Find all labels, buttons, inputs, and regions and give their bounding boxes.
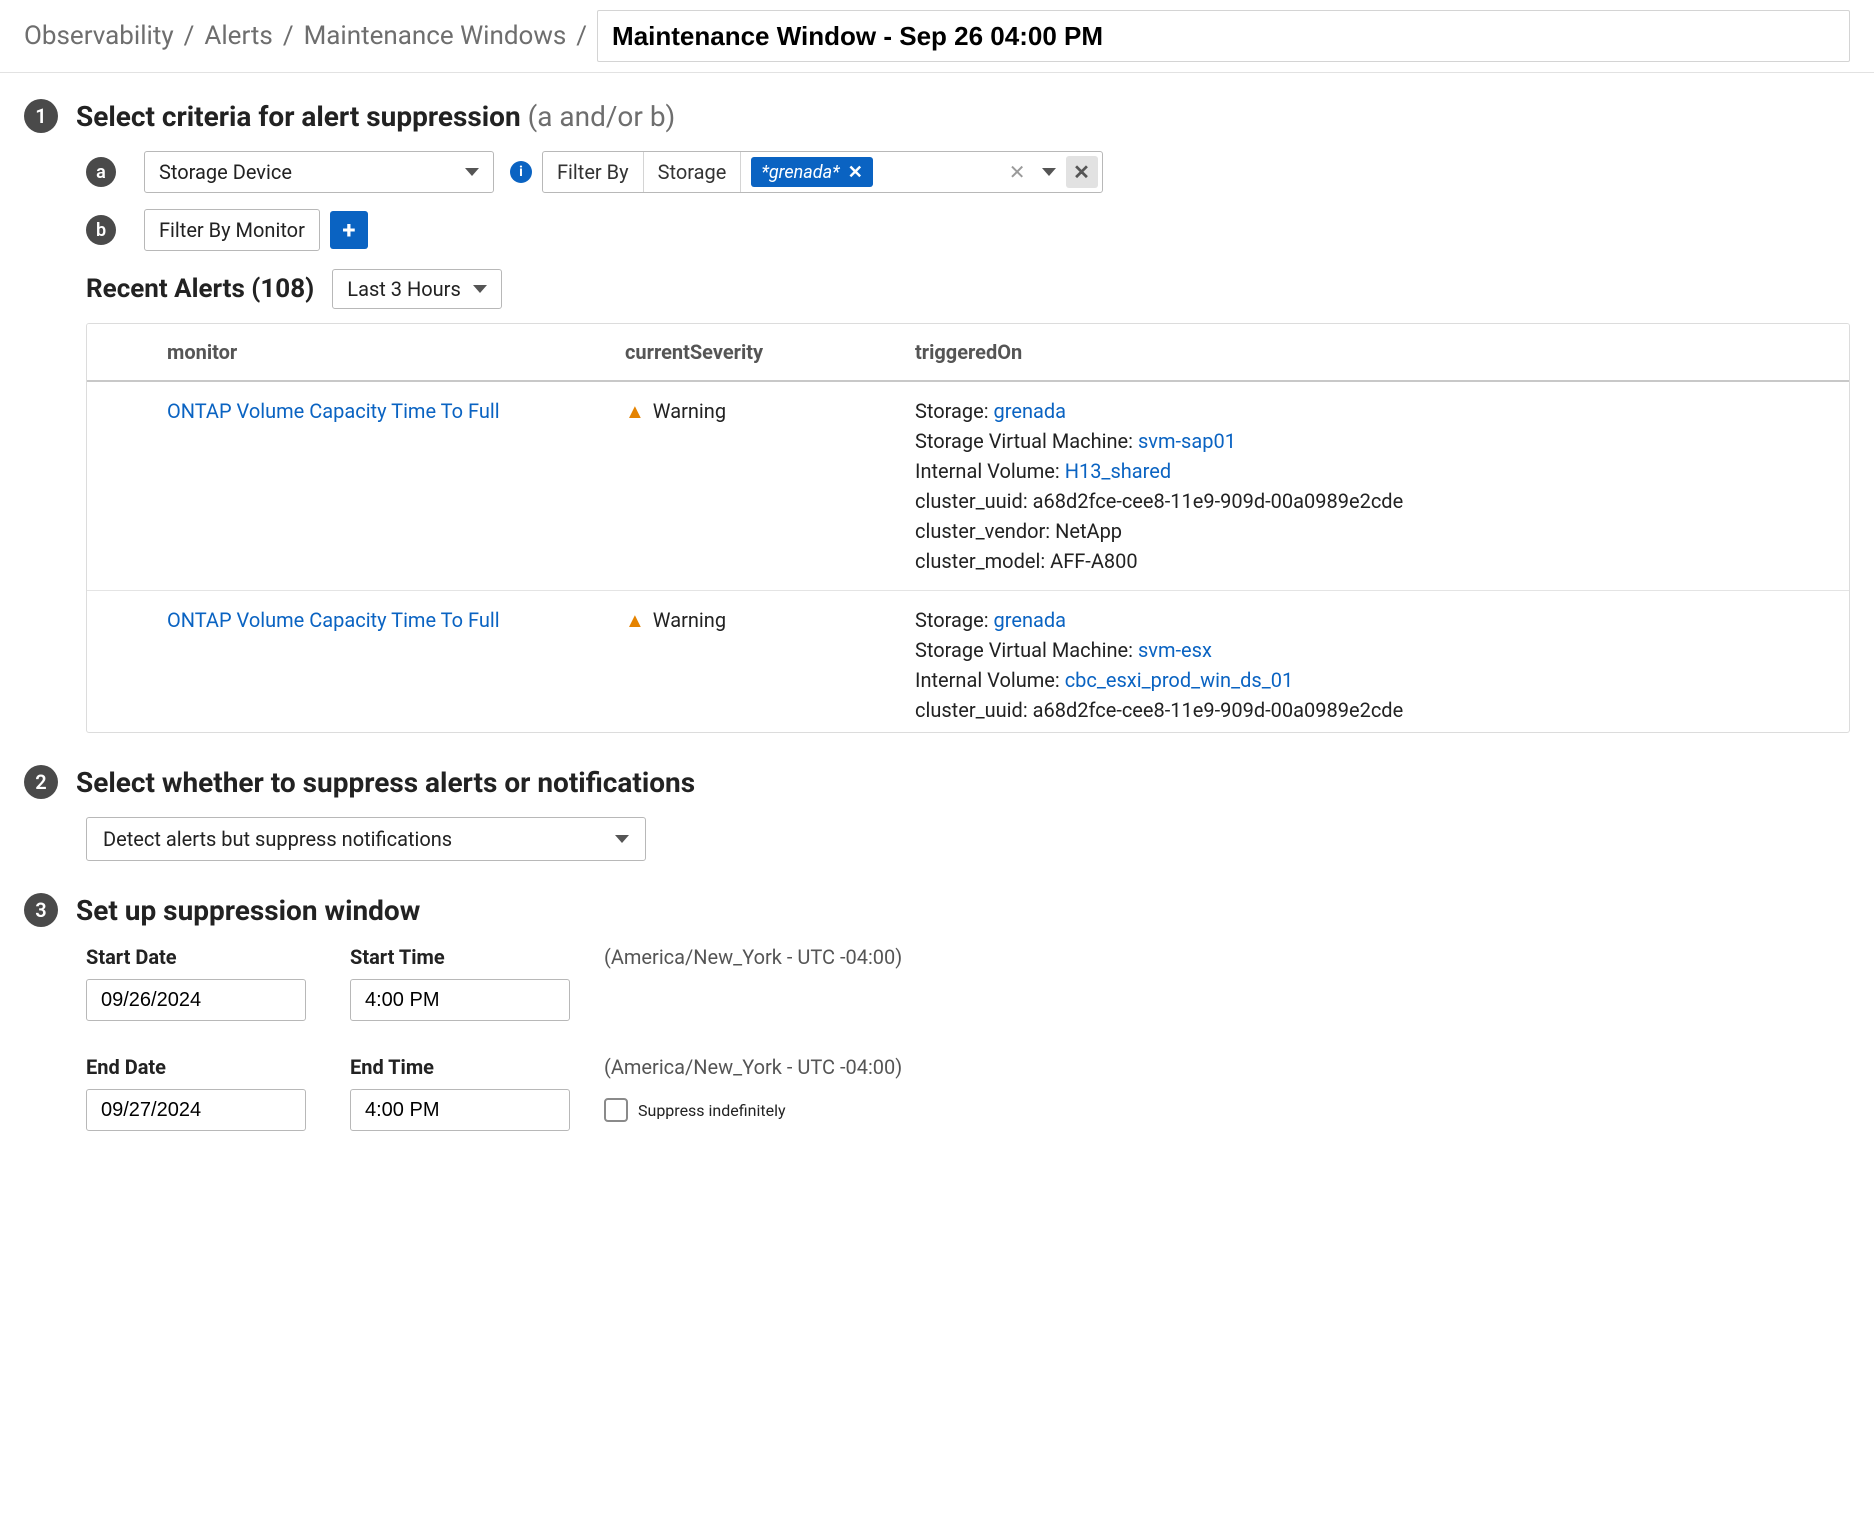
- triggered-on-link[interactable]: svm-esx: [1138, 638, 1212, 662]
- time-range-value: Last 3 Hours: [347, 277, 460, 301]
- end-date-label: End Date: [86, 1055, 336, 1079]
- triggered-on-link[interactable]: H13_shared: [1065, 459, 1171, 483]
- info-icon[interactable]: i: [510, 161, 532, 183]
- criteria-row-a: a Storage Device i Filter By Storage *gr…: [86, 151, 1850, 193]
- section-1-title: Select criteria for alert suppression: [76, 100, 521, 133]
- triggered-on-line: Storage Virtual Machine: svm-sap01: [915, 426, 1831, 456]
- plus-icon: +: [342, 216, 355, 244]
- suppress-indefinitely-checkbox[interactable]: [604, 1098, 628, 1122]
- criteria-letter-a: a: [86, 157, 116, 187]
- window-name-input[interactable]: [597, 10, 1850, 62]
- severity-value: Warning: [653, 399, 726, 423]
- triggered-on-link[interactable]: cbc_esxi_prod_win_ds_01: [1065, 668, 1294, 692]
- triggered-on-line: Internal Volume: cbc_esxi_prod_win_ds_01: [915, 665, 1831, 695]
- warning-icon: ▲: [625, 608, 645, 632]
- step-number-3: 3: [24, 893, 58, 927]
- recent-alerts-table: monitor currentSeverity triggeredOn ONTA…: [86, 323, 1850, 733]
- triggered-on-link[interactable]: svm-sap01: [1138, 429, 1236, 453]
- col-severity[interactable]: currentSeverity: [607, 324, 897, 380]
- filter-chip-value: *grenada*: [761, 162, 839, 183]
- step-number-2: 2: [24, 765, 58, 799]
- table-header: monitor currentSeverity triggeredOn: [87, 324, 1849, 382]
- triggered-on-line: cluster_uuid: a68d2fce-cee8-11e9-909d-00…: [915, 695, 1831, 725]
- chevron-down-icon: [465, 168, 479, 176]
- end-date-input[interactable]: [86, 1089, 306, 1131]
- suppression-mode-select[interactable]: Detect alerts but suppress notifications: [86, 817, 646, 861]
- timezone-note: (America/New_York - UTC -04:00): [604, 945, 1850, 969]
- warning-icon: ▲: [625, 399, 645, 423]
- breadcrumb-maintenance-windows[interactable]: Maintenance Windows: [304, 21, 567, 51]
- table-row: ONTAP Volume Capacity Time To Full ▲ Warni…: [87, 382, 1849, 591]
- col-triggered-on[interactable]: triggeredOn: [897, 324, 1849, 380]
- filter-by-label: Filter By: [543, 152, 644, 192]
- criteria-letter-b: b: [86, 215, 116, 245]
- add-monitor-button[interactable]: +: [330, 211, 368, 249]
- triggered-on-link[interactable]: grenada: [994, 608, 1067, 632]
- breadcrumb-sep: /: [576, 21, 587, 51]
- col-monitor[interactable]: monitor: [87, 324, 607, 380]
- recent-alerts-title: Recent Alerts: [86, 274, 245, 304]
- breadcrumb-sep: /: [283, 21, 294, 51]
- monitor-link[interactable]: ONTAP Volume Capacity Time To Full: [167, 608, 500, 632]
- triggered-on-value: a68d2fce-cee8-11e9-909d-00a0989e2cde: [1033, 698, 1404, 722]
- clear-filter-icon[interactable]: ✕: [1003, 160, 1032, 184]
- section-2-title: Select whether to suppress alerts or not…: [76, 766, 695, 799]
- breadcrumb-sep: /: [184, 21, 195, 51]
- time-range-select[interactable]: Last 3 Hours: [332, 269, 501, 309]
- triggered-on-value: NetApp: [1055, 519, 1122, 543]
- object-type-value: Storage Device: [159, 160, 292, 184]
- triggered-on-value: AFF-A800: [1050, 549, 1137, 573]
- start-time-input[interactable]: [350, 979, 570, 1021]
- triggered-on-value: a68d2fce-cee8-11e9-909d-00a0989e2cde: [1033, 489, 1404, 513]
- triggered-on-line: cluster_vendor: NetApp: [915, 516, 1831, 546]
- start-time-label: Start Time: [350, 945, 590, 969]
- remove-filter-button[interactable]: ✕: [1066, 156, 1098, 188]
- triggered-on-line: Storage Virtual Machine: svm-esx: [915, 635, 1831, 665]
- monitor-link[interactable]: ONTAP Volume Capacity Time To Full: [167, 399, 500, 423]
- triggered-on-line: Storage: grenada: [915, 396, 1831, 426]
- filter-chip: *grenada* ✕: [751, 157, 872, 187]
- triggered-on-line: Storage: grenada: [915, 605, 1831, 635]
- end-time-input[interactable]: [350, 1089, 570, 1131]
- section-1-header: 1 Select criteria for alert suppression …: [24, 99, 1850, 133]
- triggered-on-line: cluster_model: AFF-A800: [915, 546, 1831, 576]
- triggered-on-line: cluster_uuid: a68d2fce-cee8-11e9-909d-00…: [915, 486, 1831, 516]
- triggered-on-link[interactable]: grenada: [994, 399, 1067, 423]
- breadcrumb-observability[interactable]: Observability: [24, 21, 174, 51]
- suppression-mode-value: Detect alerts but suppress notifications: [103, 827, 452, 851]
- chevron-down-icon: [473, 285, 487, 293]
- recent-alerts-count: 108: [260, 274, 305, 304]
- suppress-indefinitely-label: Suppress indefinitely: [638, 1101, 786, 1120]
- filter-attribute[interactable]: Storage: [644, 152, 742, 192]
- section-2-header: 2 Select whether to suppress alerts or n…: [24, 765, 1850, 799]
- breadcrumb: Observability / Alerts / Maintenance Win…: [0, 0, 1874, 73]
- suppression-window-grid: Start Date Start Time (America/New_York …: [86, 945, 1850, 1131]
- close-icon[interactable]: ✕: [848, 162, 863, 183]
- object-type-select[interactable]: Storage Device: [144, 151, 494, 193]
- section-3-title: Set up suppression window: [76, 894, 420, 927]
- end-time-label: End Time: [350, 1055, 590, 1079]
- severity-value: Warning: [653, 608, 726, 632]
- start-date-input[interactable]: [86, 979, 306, 1021]
- chevron-down-icon: [615, 835, 629, 843]
- section-3-header: 3 Set up suppression window: [24, 893, 1850, 927]
- triggered-on-line: Internal Volume: H13_shared: [915, 456, 1831, 486]
- criteria-row-b: b Filter By Monitor +: [86, 209, 1850, 251]
- step-number-1: 1: [24, 99, 58, 133]
- timezone-note-2: (America/New_York - UTC -04:00): [604, 1055, 1850, 1079]
- filter-by-monitor-label: Filter By Monitor: [159, 218, 305, 242]
- start-date-label: Start Date: [86, 945, 336, 969]
- section-1-subtitle: (a and/or b): [528, 100, 676, 133]
- filter-by-monitor-button[interactable]: Filter By Monitor: [144, 209, 320, 251]
- chevron-down-icon[interactable]: [1042, 168, 1056, 176]
- filter-composite[interactable]: Filter By Storage *grenada* ✕ ✕ ✕: [542, 151, 1103, 193]
- recent-alerts-header: Recent Alerts (108) Last 3 Hours: [86, 269, 1850, 309]
- table-row: ONTAP Volume Capacity Time To Full ▲ Warni…: [87, 591, 1849, 732]
- breadcrumb-alerts[interactable]: Alerts: [204, 21, 272, 51]
